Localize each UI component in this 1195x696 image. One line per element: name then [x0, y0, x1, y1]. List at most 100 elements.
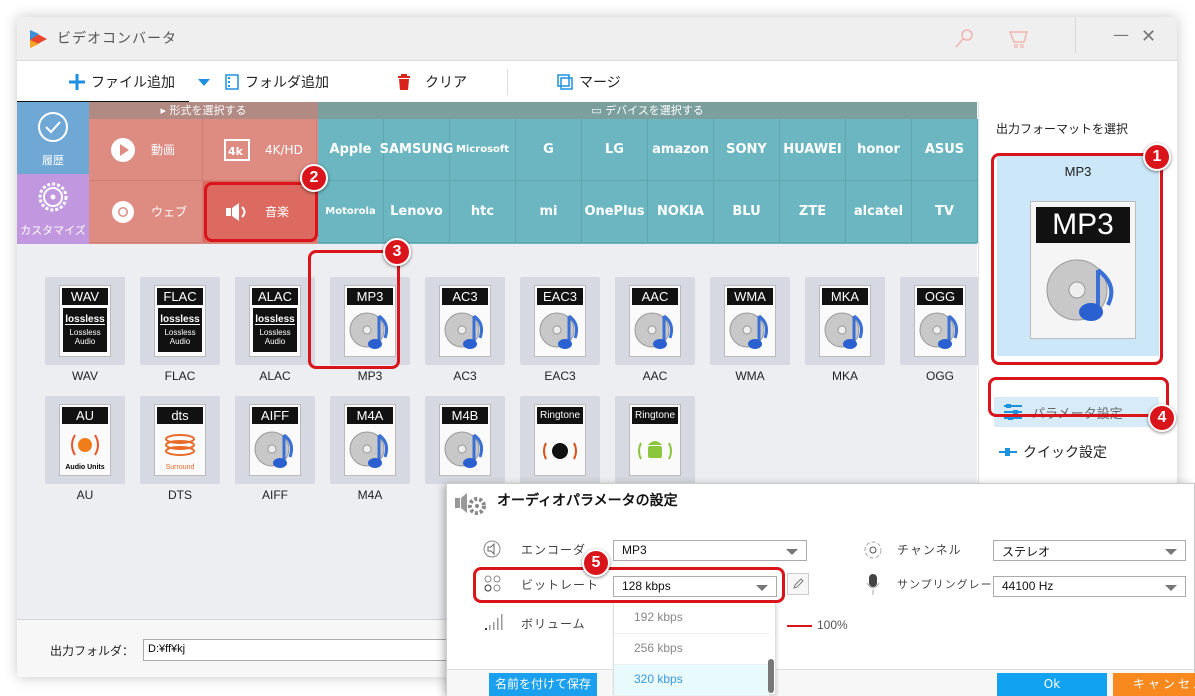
format-tile-wma[interactable]: WMA WMA	[710, 277, 790, 383]
titlebar-separator	[1075, 17, 1076, 53]
device-htc[interactable]: htc	[450, 181, 516, 243]
annotation-badge-4: 4	[1148, 404, 1176, 432]
format-file-icon: AAC	[629, 285, 681, 357]
device-amazon[interactable]: amazon	[648, 119, 714, 181]
close-button[interactable]: ✕	[1141, 26, 1156, 47]
dts-surround-icon: Surround	[165, 434, 195, 471]
microphone-icon	[866, 574, 880, 595]
add-folder-button[interactable]: フォルダ追加	[225, 71, 329, 93]
channel-label: チャンネル	[897, 543, 962, 557]
format-tile-alac[interactable]: ALAC lossless Lossless Audio ALAC	[235, 277, 315, 383]
category-4k-label: 4K/HD	[265, 142, 303, 157]
format-file-icon: dts Surround	[154, 404, 206, 476]
device-samsung[interactable]: SAMSUNG	[380, 119, 453, 181]
device-nokia[interactable]: NOKIA	[648, 181, 714, 243]
category-4k[interactable]: 4k 4K/HD	[203, 119, 317, 181]
format-tile-wav[interactable]: WAV lossless Lossless Audio WAV	[45, 277, 125, 383]
channel-select[interactable]: ステレオ	[993, 540, 1186, 561]
add-file-dropdown[interactable]	[197, 71, 211, 93]
volume-slider[interactable]	[787, 625, 812, 627]
brand-logo-icon: NOKIA	[657, 204, 704, 219]
bitrate-option[interactable]: 320 kbps	[614, 665, 769, 696]
format-icon-body: Surround	[157, 425, 203, 473]
add-file-label: ファイル追加	[91, 75, 175, 91]
music-disc-icon	[254, 431, 293, 468]
device-blu[interactable]: BLU	[714, 181, 780, 243]
encoder-select[interactable]: MP3	[613, 540, 807, 561]
format-tile-eac3[interactable]: EAC3 EAC3	[520, 277, 600, 383]
device-motorola[interactable]: Motorola	[318, 181, 384, 243]
format-tile-au[interactable]: AU Audio Units AU	[45, 396, 125, 502]
minimize-button[interactable]: —	[1113, 25, 1129, 44]
chrome-icon	[109, 200, 137, 224]
format-label: MP3	[357, 369, 383, 383]
device-honor[interactable]: honor	[846, 119, 912, 181]
merge-button[interactable]: マージ	[557, 71, 621, 93]
format-tile-ringtone[interactable]: RingtoneRingtone	[615, 396, 695, 502]
toolbar: ファイル追加 フォルダ追加 クリア マージ	[17, 62, 1177, 102]
brand-logo-icon: ZTE	[798, 204, 827, 219]
4k-icon: 4k	[223, 138, 251, 161]
format-tile-ac3[interactable]: AC3 AC3	[425, 277, 505, 383]
dropdown-scrollbar[interactable]	[768, 659, 774, 693]
gear-icon	[38, 182, 68, 212]
output-folder-input[interactable]: D:¥ff¥kj	[143, 639, 483, 661]
category-video[interactable]: 動画	[89, 119, 203, 181]
format-file-icon: WAV lossless Lossless Audio	[59, 285, 111, 357]
format-file-icon: M4B	[439, 404, 491, 476]
cart-icon[interactable]	[1007, 27, 1031, 51]
category-web[interactable]: ウェブ	[89, 181, 203, 243]
device-tv[interactable]: TV	[912, 181, 978, 243]
device-huawei[interactable]: HUAWEI	[780, 119, 846, 181]
format-file-icon: MKA	[819, 285, 871, 357]
format-icon-body: lossless Lossless Audio	[62, 306, 108, 354]
device-sony[interactable]: SONY	[714, 119, 780, 181]
format-tile-aac[interactable]: AAC AAC	[615, 277, 695, 383]
customize-button[interactable]: カスタマイズ	[17, 174, 89, 244]
music-disc-icon	[729, 312, 768, 349]
device-zte[interactable]: ZTE	[780, 181, 846, 243]
device-oneplus[interactable]: OnePlus	[582, 181, 648, 243]
format-badge: AAC	[632, 288, 678, 305]
format-file-icon: WMA	[724, 285, 776, 357]
sample-rate-select[interactable]: 44100 Hz	[993, 576, 1186, 597]
bitrate-option[interactable]: 192 kbps	[614, 603, 769, 634]
brand-logo-icon: ASUS	[924, 142, 965, 157]
ok-button[interactable]: Ok	[997, 673, 1107, 696]
format-tile-m4b[interactable]: M4BM4B	[425, 396, 505, 502]
format-tile-aiff[interactable]: AIFF AIFF	[235, 396, 315, 502]
format-tile-ringtone[interactable]: RingtoneRingtone	[520, 396, 600, 502]
device-microsoft[interactable]: Microsoft	[450, 119, 516, 181]
format-tile-flac[interactable]: FLAC lossless Lossless Audio FLAC	[140, 277, 220, 383]
clear-label: クリア	[425, 75, 467, 91]
format-badge: OGG	[917, 288, 963, 305]
device-g[interactable]: G	[516, 119, 582, 181]
format-icon-body	[347, 425, 393, 473]
add-file-button[interactable]: ファイル追加	[69, 71, 175, 93]
key-icon[interactable]	[952, 27, 976, 51]
format-tile-dts[interactable]: dts Surround DTS	[140, 396, 220, 502]
cancel-button[interactable]: キャンセル	[1113, 673, 1195, 696]
clear-button[interactable]: クリア	[397, 71, 467, 93]
format-label: AAC	[642, 369, 668, 383]
device-alcatel[interactable]: alcatel	[846, 181, 912, 243]
device-apple[interactable]: Apple	[318, 119, 384, 181]
history-button[interactable]: 履歴	[17, 102, 89, 174]
device-mi[interactable]: mi	[516, 181, 582, 243]
device-lenovo[interactable]: Lenovo	[384, 181, 450, 243]
device-lg[interactable]: LG	[582, 119, 648, 181]
device-asus[interactable]: ASUS	[912, 119, 978, 181]
format-badge: MKA	[822, 288, 868, 305]
format-header-icon: ▸	[160, 104, 170, 117]
quick-settings-button[interactable]: クイック設定	[999, 442, 1107, 462]
edit-bitrate-button[interactable]	[787, 573, 809, 595]
format-label: AC3	[453, 369, 477, 383]
app-logo-icon	[30, 30, 47, 48]
save-as-button[interactable]: 名前を付けて保存	[489, 673, 597, 696]
format-tile-ogg[interactable]: OGG OGG	[900, 277, 980, 383]
bitrate-option[interactable]: 256 kbps	[614, 634, 769, 665]
format-file-icon: Ringtone	[534, 404, 586, 476]
format-tile-mka[interactable]: MKA MKA	[805, 277, 885, 383]
format-tile-m4a[interactable]: M4A M4A	[330, 396, 410, 502]
format-icon-body	[252, 425, 298, 473]
